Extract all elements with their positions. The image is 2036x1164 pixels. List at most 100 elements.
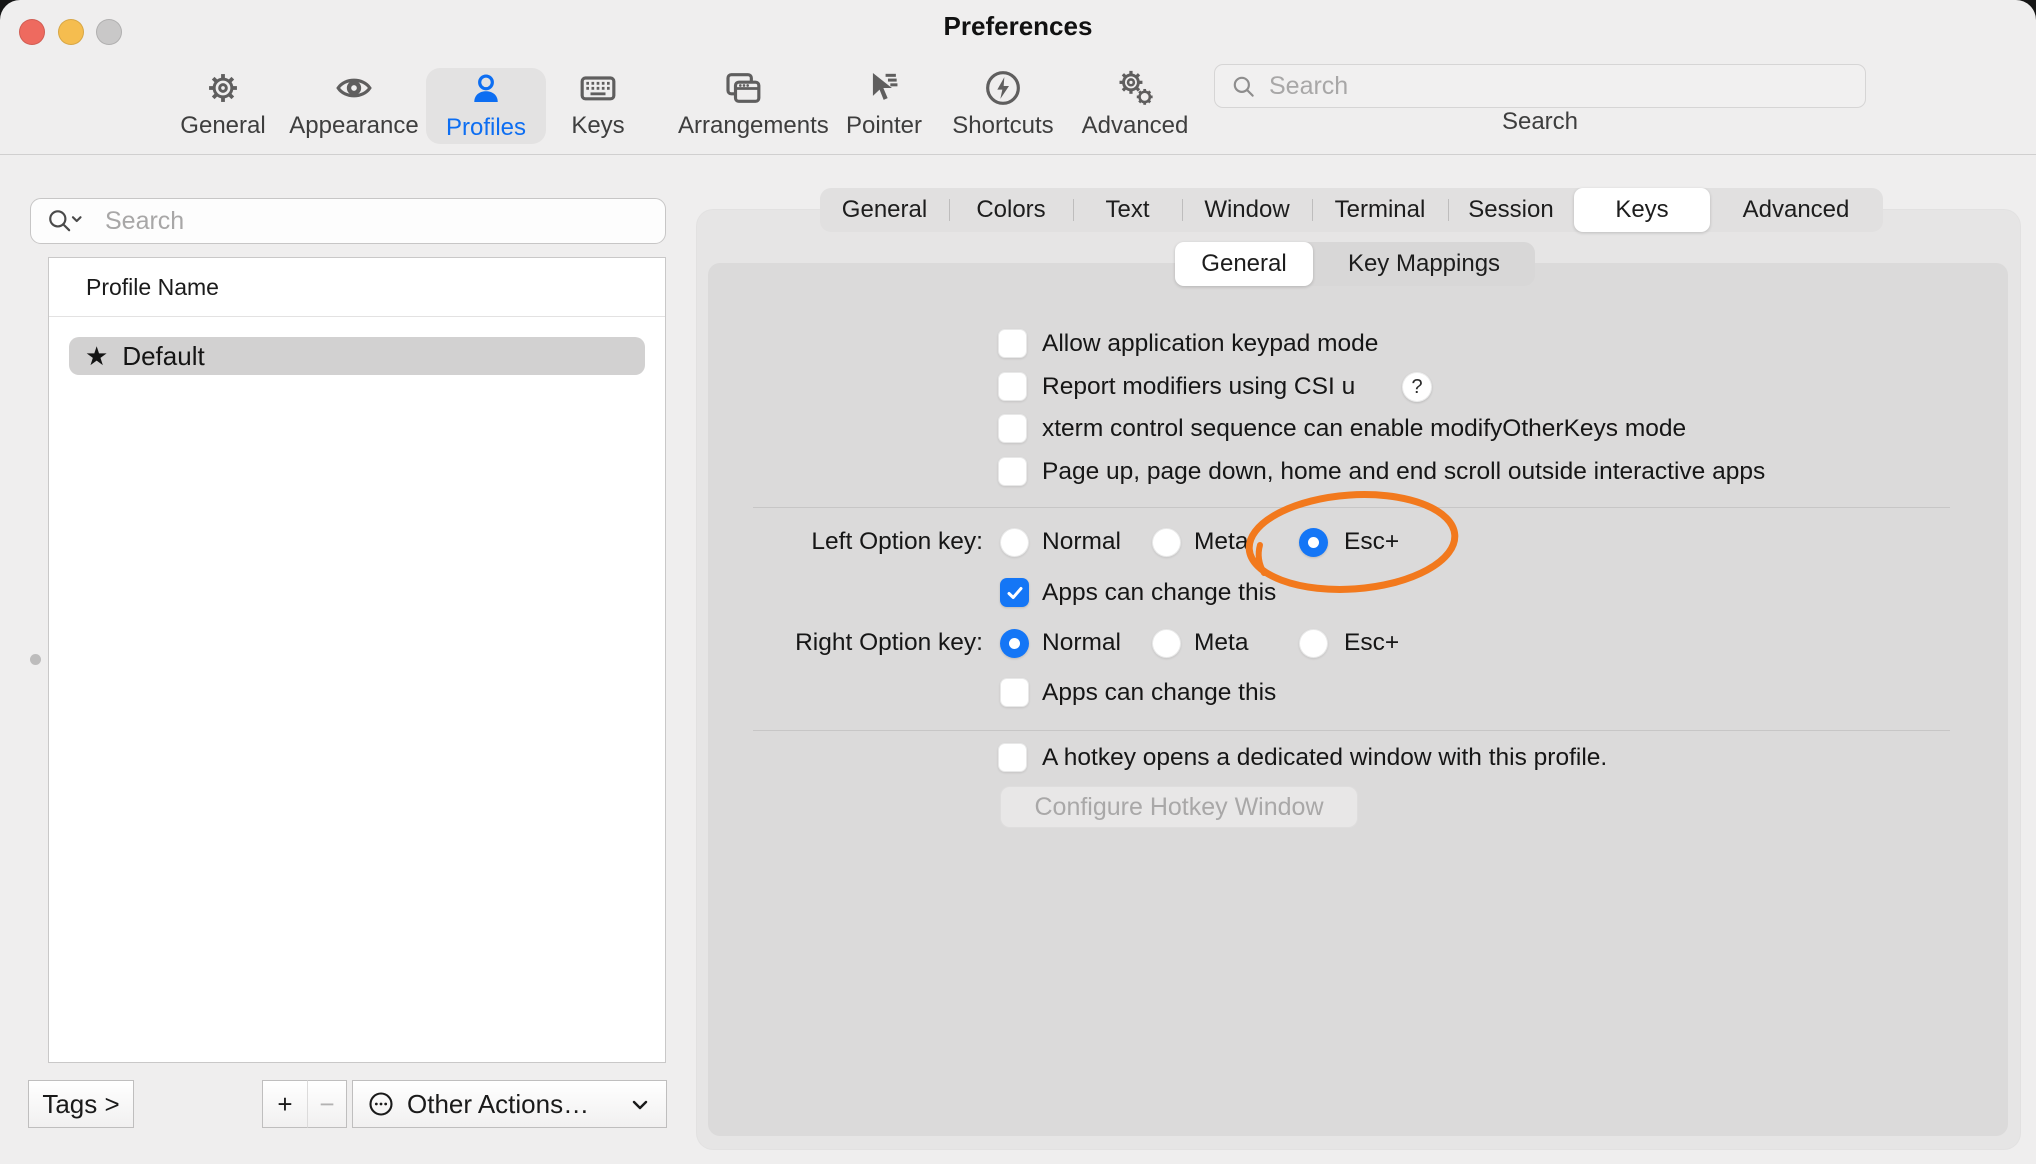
checkbox-page-scroll[interactable] xyxy=(998,457,1027,486)
minus-icon: − xyxy=(319,1089,334,1120)
tab-general[interactable]: General xyxy=(820,188,949,232)
toolbar-item-label: Arrangements xyxy=(678,112,808,140)
tab-window[interactable]: Window xyxy=(1182,188,1312,232)
checkbox-keypad-mode[interactable] xyxy=(998,329,1027,358)
checkmark-icon xyxy=(1005,583,1025,603)
checkbox-label[interactable]: Apps can change this xyxy=(1042,678,1276,708)
tab-colors[interactable]: Colors xyxy=(949,188,1073,232)
ellipsis-circle-icon xyxy=(367,1090,395,1118)
radio-right-option-meta[interactable] xyxy=(1152,629,1181,658)
windows-icon xyxy=(678,66,808,110)
configure-hotkey-window-button[interactable]: Configure Hotkey Window xyxy=(1000,786,1358,828)
keys-pane-background xyxy=(708,263,2008,1136)
checkbox-label[interactable]: Page up, page down, home and end scroll … xyxy=(1042,457,1765,487)
gear-icon xyxy=(158,66,288,110)
eye-icon xyxy=(289,66,419,110)
tab-label: General xyxy=(842,196,927,224)
cursor-icon xyxy=(819,66,949,110)
toolbar-item-advanced[interactable]: Advanced xyxy=(1070,66,1200,144)
toolbar-item-label: Profiles xyxy=(426,114,546,142)
checkbox-hotkey-window[interactable] xyxy=(998,743,1027,772)
toolbar-item-label: General xyxy=(158,112,288,140)
tab-advanced[interactable]: Advanced xyxy=(1710,188,1882,232)
radio-label[interactable]: Esc+ xyxy=(1344,628,1399,658)
preferences-window: Preferences General Appearance xyxy=(0,0,2036,1164)
toolbar-item-label: Shortcuts xyxy=(938,112,1068,140)
radio-label[interactable]: Esc+ xyxy=(1344,527,1399,557)
section-divider xyxy=(753,507,1950,508)
profile-row-default[interactable]: ★ Default xyxy=(69,337,645,375)
checkbox-label[interactable]: xterm control sequence can enable modify… xyxy=(1042,414,1686,444)
tab-session[interactable]: Session xyxy=(1448,188,1574,232)
toolbar-item-label: Pointer xyxy=(819,112,949,140)
checkbox-right-apps-can-change[interactable] xyxy=(1000,678,1029,707)
remove-profile-button[interactable]: − xyxy=(307,1080,347,1128)
other-actions-label: Other Actions… xyxy=(407,1089,589,1120)
search-with-chevron-icon xyxy=(47,208,87,234)
search-icon xyxy=(1231,74,1257,100)
checkbox-label[interactable]: Apps can change this xyxy=(1042,578,1276,608)
list-header-divider xyxy=(49,316,665,317)
checkbox-label[interactable]: Report modifiers using CSI u xyxy=(1042,372,1355,402)
radio-left-option-normal[interactable] xyxy=(1000,528,1029,557)
checkbox-modify-other-keys[interactable] xyxy=(998,414,1027,443)
other-actions-dropdown[interactable]: Other Actions… xyxy=(352,1080,667,1128)
question-mark-icon: ? xyxy=(1411,376,1422,399)
tab-label: Keys xyxy=(1615,196,1668,224)
toolbar-search-field[interactable] xyxy=(1214,64,1866,108)
radio-label[interactable]: Normal xyxy=(1042,628,1121,658)
checkbox-left-apps-can-change[interactable] xyxy=(1000,578,1029,607)
toolbar-item-pointer[interactable]: Pointer xyxy=(819,66,949,144)
checkbox-csi-u[interactable] xyxy=(998,372,1027,401)
toolbar-item-label: Keys xyxy=(533,112,663,140)
double-gear-icon xyxy=(1070,66,1200,110)
subtab-key-mappings[interactable]: Key Mappings xyxy=(1313,242,1535,286)
default-star-icon: ★ xyxy=(85,341,108,372)
radio-left-option-meta[interactable] xyxy=(1152,528,1181,557)
tab-text[interactable]: Text xyxy=(1073,188,1182,232)
keys-subtab-bar: General Key Mappings xyxy=(1175,242,1535,286)
tab-label: Terminal xyxy=(1335,196,1426,224)
profile-list-column-header[interactable]: Profile Name xyxy=(86,274,219,301)
add-profile-button[interactable]: + xyxy=(262,1080,308,1128)
toolbar-item-arrangements[interactable]: Arrangements xyxy=(678,66,808,144)
subtab-label: Key Mappings xyxy=(1348,250,1500,278)
plus-icon: + xyxy=(277,1089,292,1120)
tab-keys[interactable]: Keys xyxy=(1574,188,1710,232)
left-option-key-label: Left Option key: xyxy=(700,527,983,557)
help-button[interactable]: ? xyxy=(1402,372,1432,402)
toolbar-item-label: Appearance xyxy=(289,112,419,140)
person-icon xyxy=(426,68,546,112)
radio-label[interactable]: Normal xyxy=(1042,527,1121,557)
profile-search-field[interactable] xyxy=(30,198,666,244)
bolt-circle-icon xyxy=(938,66,1068,110)
profile-search-input[interactable] xyxy=(103,202,647,240)
radio-right-option-esc[interactable] xyxy=(1299,629,1328,658)
toolbar-item-label: Advanced xyxy=(1070,112,1200,140)
tags-button[interactable]: Tags > xyxy=(28,1080,134,1128)
checkbox-label[interactable]: Allow application keypad mode xyxy=(1042,329,1378,359)
toolbar-search-label: Search xyxy=(1480,108,1600,136)
radio-right-option-normal[interactable] xyxy=(1000,629,1029,658)
radio-label[interactable]: Meta xyxy=(1194,527,1248,557)
subtab-general[interactable]: General xyxy=(1175,242,1313,286)
checkbox-label[interactable]: A hotkey opens a dedicated window with t… xyxy=(1042,743,1607,773)
tab-label: Session xyxy=(1468,196,1553,224)
toolbar-item-appearance[interactable]: Appearance xyxy=(289,66,419,144)
toolbar-divider xyxy=(0,154,2036,155)
radio-label[interactable]: Meta xyxy=(1194,628,1248,658)
toolbar-search-input[interactable] xyxy=(1267,67,1851,105)
section-divider xyxy=(753,730,1950,731)
toolbar-item-keys[interactable]: Keys xyxy=(533,66,663,144)
toolbar-item-general[interactable]: General xyxy=(158,66,288,144)
profile-tab-bar: General Colors Text Window Terminal Sess… xyxy=(820,188,1883,232)
tab-terminal[interactable]: Terminal xyxy=(1312,188,1448,232)
radio-left-option-esc[interactable] xyxy=(1299,528,1328,557)
configure-hotkey-window-label: Configure Hotkey Window xyxy=(1034,793,1323,822)
toolbar-item-profiles[interactable]: Profiles xyxy=(426,68,546,144)
window-edge-dot xyxy=(30,654,41,665)
right-option-key-label: Right Option key: xyxy=(690,628,983,658)
toolbar-item-shortcuts[interactable]: Shortcuts xyxy=(938,66,1068,144)
keyboard-icon xyxy=(533,66,663,110)
tags-button-label: Tags > xyxy=(42,1089,119,1120)
